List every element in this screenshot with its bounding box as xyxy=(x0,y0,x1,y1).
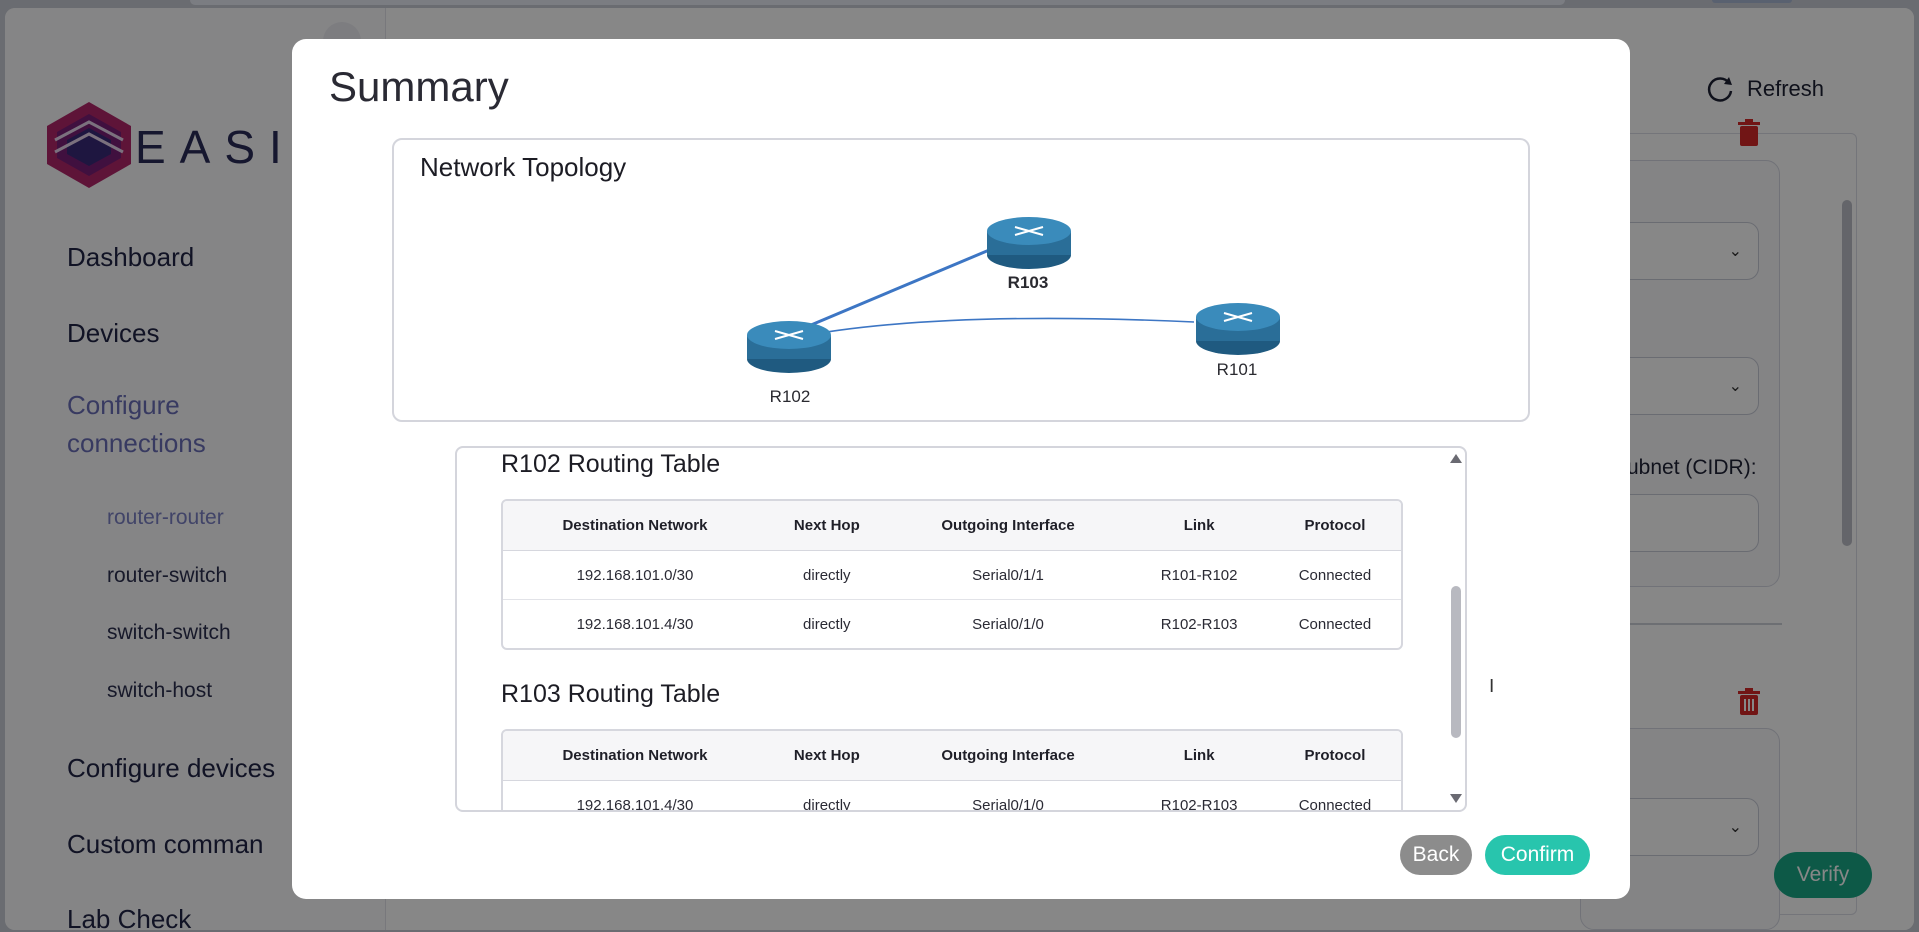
table-cell: Connected xyxy=(1298,615,1372,633)
table-cell: Connected xyxy=(1268,550,1401,600)
column-header: Protocol xyxy=(1268,501,1401,551)
column-header: Next Hop xyxy=(766,501,887,551)
table-cell: R102-R103 xyxy=(1160,796,1238,812)
table-cell: 192.168.101.4/30 xyxy=(576,615,694,633)
table-cell: 192.168.101.0/30 xyxy=(503,550,767,600)
column-header: Next Hop xyxy=(766,731,887,781)
table-row: 192.168.101.0/30 directly Serial0/1/1 R1… xyxy=(503,550,1401,600)
topology-diagram: R103 R102 R101 xyxy=(747,217,1280,406)
table-cell: directly xyxy=(803,796,851,812)
router-label-r103: R103 xyxy=(1008,273,1049,292)
router-icon[interactable] xyxy=(747,321,831,373)
modal-title: Summary xyxy=(329,63,509,110)
column-header: Protocol xyxy=(1268,731,1401,781)
table-cell: R101-R102 xyxy=(1129,550,1269,600)
router-icon[interactable] xyxy=(1196,303,1280,355)
routing-table: Destination Network Next Hop Outgoing In… xyxy=(501,499,1403,650)
confirm-button[interactable]: Confirm xyxy=(1485,835,1590,875)
table-cell: directly xyxy=(766,550,887,600)
table-cell: Serial0/1/0 xyxy=(972,796,1044,812)
table-cell: 192.168.101.4/30 xyxy=(576,796,694,812)
routing-scrollbar-thumb[interactable] xyxy=(1451,586,1461,738)
scroll-up-arrow-icon[interactable] xyxy=(1450,454,1462,463)
routing-table: Destination Network Next Hop Outgoing In… xyxy=(501,729,1403,812)
column-header: Link xyxy=(1129,731,1269,781)
routing-tables-container[interactable]: R102 Routing Table Destination Network N… xyxy=(455,446,1467,812)
summary-modal: Summary Network Topology R103 R102 R101 … xyxy=(292,39,1630,899)
routing-table-title: R103 Routing Table xyxy=(501,680,721,708)
column-header: Outgoing Interface xyxy=(886,501,1130,551)
table-cell: Serial0/1/1 xyxy=(886,550,1130,600)
table-cell: Connected xyxy=(1298,796,1372,812)
table-row: 192.168.101.4/30 directly Serial0/1/0 R1… xyxy=(503,600,1401,649)
table-row: 192.168.101.4/30 directly Serial0/1/0 R1… xyxy=(503,781,1401,812)
scroll-down-arrow-icon[interactable] xyxy=(1450,794,1462,803)
back-button[interactable]: Back xyxy=(1400,835,1472,875)
router-icon[interactable] xyxy=(987,217,1071,269)
text-cursor-icon: I xyxy=(1489,676,1495,697)
routing-table-title: R102 Routing Table xyxy=(501,450,721,478)
table-cell: Serial0/1/0 xyxy=(972,615,1044,633)
column-header: Outgoing Interface xyxy=(886,731,1130,781)
column-header: Destination Network xyxy=(503,731,767,781)
column-header: Destination Network xyxy=(503,501,767,551)
router-label-r102: R102 xyxy=(770,387,811,406)
screen: EASIBL Dashboard Devices Configure conne… xyxy=(0,0,1919,932)
table-cell: R102-R103 xyxy=(1160,615,1238,633)
network-topology-panel: Network Topology R103 R102 R101 xyxy=(392,138,1530,422)
table-cell: directly xyxy=(803,615,851,633)
link-r101-r102 xyxy=(791,317,1195,339)
router-label-r101: R101 xyxy=(1217,360,1258,379)
column-header: Link xyxy=(1129,501,1269,551)
